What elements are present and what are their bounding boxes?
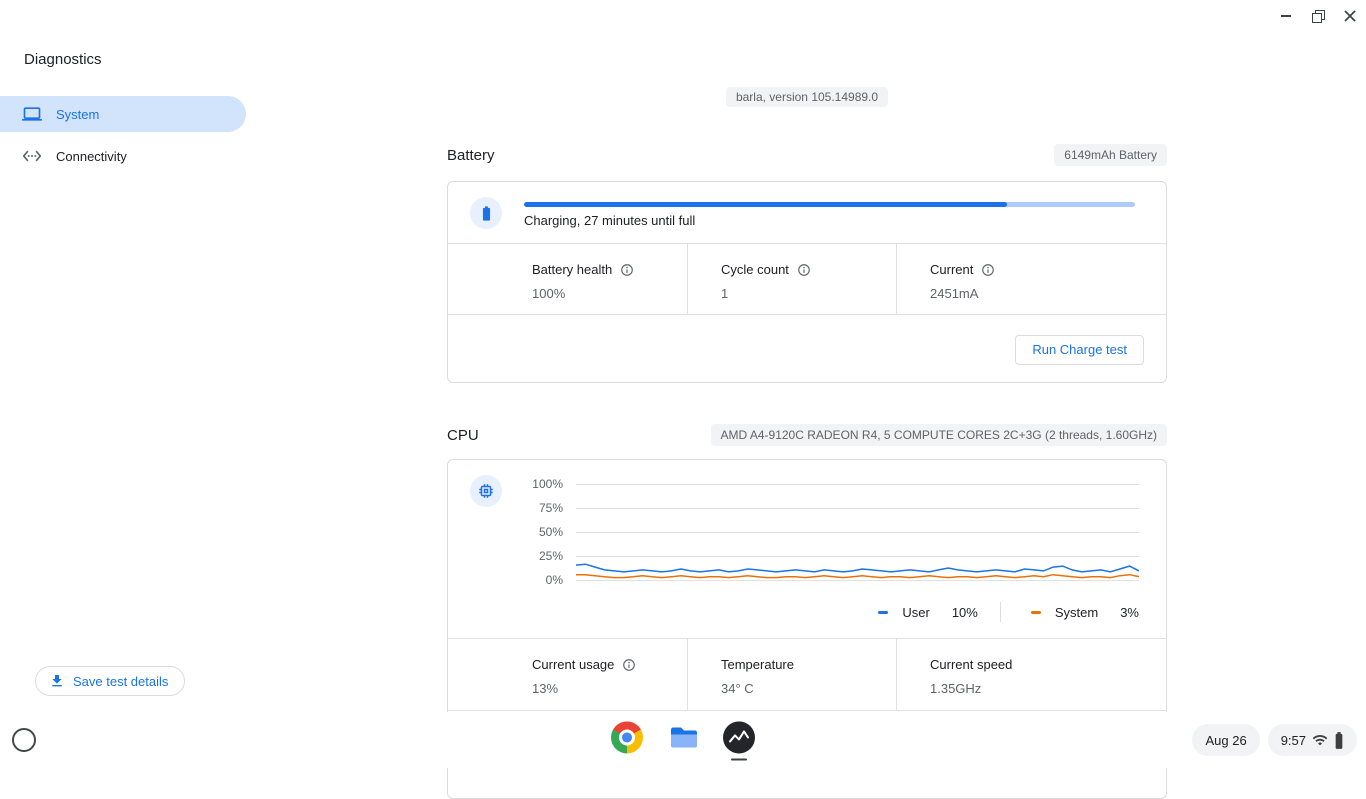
system-usage-line (576, 575, 1139, 578)
battery-stats-row: Battery health 100% Cycle count 1 Curren… (448, 243, 1166, 315)
system-legend-value: 3% (1120, 605, 1139, 620)
save-test-details-label: Save test details (73, 674, 168, 689)
active-app-indicator (731, 758, 747, 761)
battery-capacity-badge: 6149mAh Battery (1054, 144, 1167, 166)
laptop-icon (22, 104, 42, 124)
page-title: Diagnostics (24, 51, 102, 68)
y-tick-75: 75% (448, 501, 563, 515)
sidebar: System Connectivity (0, 96, 246, 180)
restore-icon (1312, 10, 1325, 23)
system-legend-dash (1031, 611, 1041, 614)
cpu-section-header: CPU AMD A4-9120C RADEON R4, 5 COMPUTE CO… (447, 424, 1167, 446)
files-icon[interactable] (667, 721, 699, 753)
stat-value: 2451mA (930, 286, 1166, 301)
info-icon[interactable] (797, 263, 811, 277)
date-pill[interactable]: Aug 26 (1192, 724, 1259, 756)
launcher-icon[interactable] (12, 728, 36, 752)
shelf: Aug 26 9:57 (0, 712, 1366, 768)
battery-charge-fill (524, 202, 1007, 207)
window-controls (1276, 6, 1360, 26)
sidebar-item-label: System (56, 107, 99, 122)
stat-label: Current speed (930, 657, 1012, 672)
stat-value: 1.35GHz (930, 681, 1166, 696)
minimize-icon (1281, 15, 1291, 17)
version-chip: barla, version 105.14989.0 (726, 87, 888, 107)
battery-icon (478, 205, 495, 222)
chrome-logo (611, 721, 643, 753)
current-stat: Current 2451mA (896, 244, 1166, 314)
diagnostics-logo (723, 721, 755, 753)
cycle-count-stat: Cycle count 1 (687, 244, 896, 314)
battery-status-icon (1334, 732, 1344, 749)
info-icon[interactable] (981, 263, 995, 277)
user-usage-line (576, 564, 1139, 572)
sidebar-item-system[interactable]: System (0, 96, 246, 132)
legend-divider (1000, 602, 1001, 622)
user-legend-value: 10% (952, 605, 978, 620)
current-usage-stat: Current usage 13% (448, 639, 687, 710)
diagnostics-app-icon[interactable] (723, 721, 755, 753)
y-tick-0: 0% (448, 573, 563, 587)
ethernet-icon (22, 146, 42, 166)
battery-icon-circle (470, 197, 502, 229)
wifi-icon (1312, 732, 1328, 748)
y-tick-50: 50% (448, 525, 563, 539)
battery-button-row: Run Charge test (448, 315, 1166, 384)
download-icon (49, 673, 65, 689)
cpu-model-badge: AMD A4-9120C RADEON R4, 5 COMPUTE CORES … (711, 424, 1167, 446)
info-icon[interactable] (622, 658, 636, 672)
user-legend-dash (878, 611, 888, 614)
close-button[interactable] (1340, 6, 1360, 26)
close-icon (1344, 10, 1356, 22)
battery-card: Charging, 27 minutes until full Battery … (447, 181, 1167, 383)
shelf-apps (611, 721, 755, 753)
stat-label: Current usage (532, 657, 614, 672)
info-icon[interactable] (620, 263, 634, 277)
battery-section-title: Battery (447, 147, 495, 164)
stat-value: 13% (532, 681, 687, 696)
stat-value: 1 (721, 286, 896, 301)
battery-health-stat: Battery health 100% (448, 244, 687, 314)
current-speed-stat: Current speed 1.35GHz (896, 639, 1166, 710)
battery-charge-progress (524, 202, 1135, 207)
save-test-details-button[interactable]: Save test details (35, 666, 185, 696)
shelf-time: 9:57 (1281, 733, 1306, 748)
stat-value: 100% (532, 286, 687, 301)
battery-section-header: Battery 6149mAh Battery (447, 144, 1167, 166)
user-legend-label: User (902, 605, 929, 620)
stat-label: Current (930, 262, 973, 277)
files-folder (667, 721, 699, 753)
minimize-button[interactable] (1276, 6, 1296, 26)
restore-button[interactable] (1308, 6, 1328, 26)
sidebar-item-connectivity[interactable]: Connectivity (0, 138, 246, 174)
stat-label: Cycle count (721, 262, 789, 277)
temperature-stat: Temperature 34° C (687, 639, 896, 710)
y-tick-100: 100% (448, 477, 563, 491)
cpu-chart-legend: User 10% System 3% (448, 600, 1166, 624)
run-charge-test-button[interactable]: Run Charge test (1015, 335, 1144, 365)
chrome-icon[interactable] (611, 721, 643, 753)
stat-value: 34° C (721, 681, 896, 696)
stat-label: Temperature (721, 657, 794, 672)
cpu-usage-chart (576, 484, 1139, 581)
status-area: Aug 26 9:57 (1192, 724, 1357, 756)
main-content: barla, version 105.14989.0 Battery 6149m… (447, 87, 1167, 712)
system-legend-label: System (1055, 605, 1098, 620)
cpu-stats-row: Current usage 13% Temperature 34° C Curr… (448, 638, 1166, 711)
cpu-section-title: CPU (447, 427, 479, 444)
y-tick-25: 25% (448, 549, 563, 563)
shelf-date: Aug 26 (1205, 733, 1246, 748)
sidebar-item-label: Connectivity (56, 149, 127, 164)
stat-label: Battery health (532, 262, 612, 277)
charge-status-text: Charging, 27 minutes until full (524, 213, 695, 228)
status-tray[interactable]: 9:57 (1268, 724, 1357, 756)
